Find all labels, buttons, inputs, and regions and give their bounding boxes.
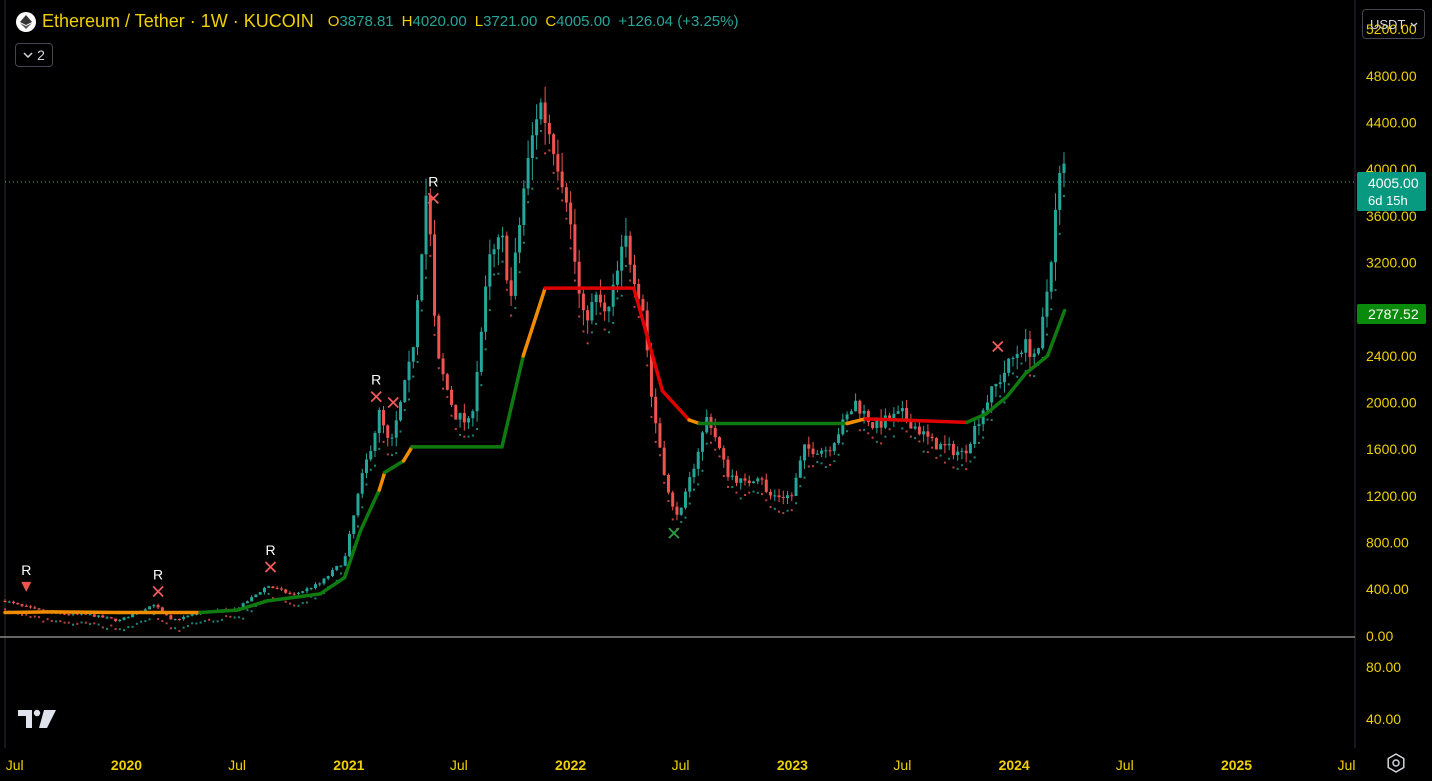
low-label: L <box>474 13 484 30</box>
x-tick-label: 2025 <box>1221 757 1252 773</box>
y-tick-label: 1600.00 <box>1366 441 1417 457</box>
chevron-down-icon <box>1410 22 1418 27</box>
trend-segment <box>3 610 55 615</box>
trend-segment <box>50 610 121 615</box>
x-tick-label: Jul <box>450 757 468 773</box>
y-tick-label: 4400.00 <box>1366 115 1417 131</box>
trend-segment <box>198 608 239 615</box>
y-tick-label: 4800.00 <box>1366 68 1417 84</box>
chart-frame: R RRRR 5200.004800.004400.004000.003600.0… <box>0 0 1432 781</box>
last-price-tag: 4005.00 6d 15h <box>1357 172 1426 211</box>
gear-icon[interactable] <box>1385 752 1407 774</box>
indicator-count: 2 <box>37 47 45 63</box>
ethereum-logo-icon <box>16 11 36 32</box>
x-tick-label: Jul <box>228 757 246 773</box>
signal-label: R <box>21 562 31 578</box>
signal-label: R <box>265 542 275 558</box>
low-value: 3721.00 <box>483 13 538 30</box>
symbol-legend: Ethereum / Tether · 1W · KUCOIN O3878.81… <box>16 11 738 32</box>
x-tick-label: Jul <box>1338 757 1356 773</box>
x-tick-label: Jul <box>893 757 911 773</box>
indicator-value-tag: 2787.52 <box>1357 304 1426 324</box>
x-tick-label: 2021 <box>333 757 364 773</box>
indicators-toggle-button[interactable]: 2 <box>15 43 53 67</box>
tradingview-logo-icon[interactable] <box>18 708 58 730</box>
signal-label: R <box>428 173 438 189</box>
x-tick-label: 2022 <box>555 757 586 773</box>
ohlc-values: O3878.81 H4020.00 L3721.00 C4005.00 +126… <box>328 13 739 30</box>
currency-selector[interactable]: USDT <box>1362 9 1425 39</box>
signal-label: R <box>153 567 163 583</box>
signal-label: R <box>371 372 381 388</box>
high-label: H <box>401 13 413 30</box>
open-value: 3878.81 <box>339 13 394 30</box>
x-tick-label: 2024 <box>999 757 1030 773</box>
chevron-down-icon <box>23 52 33 58</box>
sub-pane-tick-label: 40.00 <box>1366 711 1401 727</box>
y-tick-label: 2000.00 <box>1366 395 1417 411</box>
open-label: O <box>327 13 340 30</box>
x-tick-label: 2020 <box>111 757 142 773</box>
high-value: 4020.00 <box>412 13 467 30</box>
y-tick-label: 2400.00 <box>1366 348 1417 364</box>
last-price-value: 4005.00 <box>1368 175 1419 191</box>
sub-pane-tick-label: 80.00 <box>1366 659 1401 675</box>
close-value: 4005.00 <box>556 13 611 30</box>
close-label: C <box>545 13 557 30</box>
x-tick-label: Jul <box>1116 757 1134 773</box>
x-tick-label: Jul <box>672 757 690 773</box>
y-tick-label: 0.00 <box>1366 628 1393 644</box>
symbol-title[interactable]: Ethereum / Tether · 1W · KUCOIN <box>42 11 314 32</box>
indicator-value: 2787.52 <box>1368 306 1419 322</box>
x-tick-label: Jul <box>6 757 24 773</box>
candle-countdown: 6d 15h <box>1368 193 1408 208</box>
x-tick-label: 2023 <box>777 757 808 773</box>
y-tick-label: 3200.00 <box>1366 255 1417 271</box>
y-tick-label: 800.00 <box>1366 535 1409 551</box>
currency-label: USDT <box>1370 16 1406 32</box>
y-tick-label: 1200.00 <box>1366 488 1417 504</box>
change-value: +126.04 (+3.25%) <box>618 13 739 30</box>
y-tick-label: 400.00 <box>1366 581 1409 597</box>
